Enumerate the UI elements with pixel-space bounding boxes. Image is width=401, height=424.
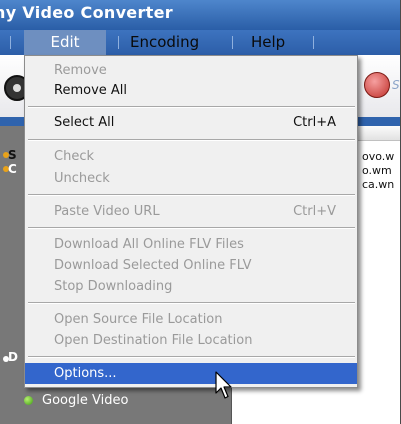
menu-separator <box>28 106 355 108</box>
menu-item-open-destination-location[interactable]: Open Destination File Location <box>25 330 357 351</box>
menu-item-open-source-location[interactable]: Open Source File Location <box>25 309 357 330</box>
menu-separator <box>28 227 355 229</box>
menu-separator <box>28 356 355 358</box>
menu-separator <box>118 36 119 49</box>
mouse-cursor-icon <box>215 371 232 399</box>
menu-item-uncheck[interactable]: Uncheck <box>25 168 357 189</box>
convert-arrow-icon[interactable] <box>364 72 390 98</box>
menu-encoding[interactable]: Encoding <box>130 30 199 55</box>
menu-item-download-selected-flv[interactable]: Download Selected Online FLV <box>25 255 357 276</box>
edit-menu-dropdown: Remove Remove All Select All Ctrl+A Chec… <box>24 55 358 388</box>
menu-item-select-all[interactable]: Select All Ctrl+A <box>25 112 357 133</box>
menu-item-label: Paste Video URL <box>54 204 160 219</box>
menu-help[interactable]: Help <box>251 30 285 55</box>
menu-item-remove-all[interactable]: Remove All <box>25 80 357 101</box>
menu-edit[interactable]: Edit <box>24 30 106 55</box>
side-item-google-video[interactable]: Google Video <box>24 391 128 411</box>
menu-separator <box>313 36 314 49</box>
menu-separator <box>28 194 355 196</box>
file-list-row[interactable]: o.wm <box>362 164 392 177</box>
side-panel-label-partial: C <box>8 162 17 176</box>
file-list-row[interactable]: ovo.w <box>362 150 394 163</box>
menu-item-label: Select All <box>54 115 115 130</box>
menu-item-shortcut: Ctrl+A <box>293 115 336 130</box>
side-panel-label-partial: D <box>8 350 18 364</box>
menu-item-download-all-flv[interactable]: Download All Online FLV Files <box>25 234 357 255</box>
menu-item-options[interactable]: Options... <box>25 363 357 384</box>
file-list-row[interactable]: ca.wn <box>362 178 394 191</box>
app-title: ny Video Converter <box>0 3 173 22</box>
menu-item-shortcut: Ctrl+V <box>293 204 336 219</box>
menu-separator <box>232 36 233 49</box>
menu-item-remove[interactable]: Remove <box>25 60 357 81</box>
title-bar: ny Video Converter <box>0 0 400 31</box>
app-window: ny Video Converter Edit Encoding Help S … <box>0 0 401 424</box>
side-panel-label-partial: S <box>8 148 17 162</box>
menu-item-stop-downloading[interactable]: Stop Downloading <box>25 276 357 297</box>
menu-separator <box>28 302 355 304</box>
menu-separator <box>28 139 355 141</box>
menu-item-paste-video-url[interactable]: Paste Video URL Ctrl+V <box>25 201 357 222</box>
menu-bar: Edit Encoding Help <box>0 30 400 55</box>
menu-separator <box>10 36 11 49</box>
menu-item-check[interactable]: Check <box>25 146 357 167</box>
toolbar-right-label: S <box>392 78 400 92</box>
